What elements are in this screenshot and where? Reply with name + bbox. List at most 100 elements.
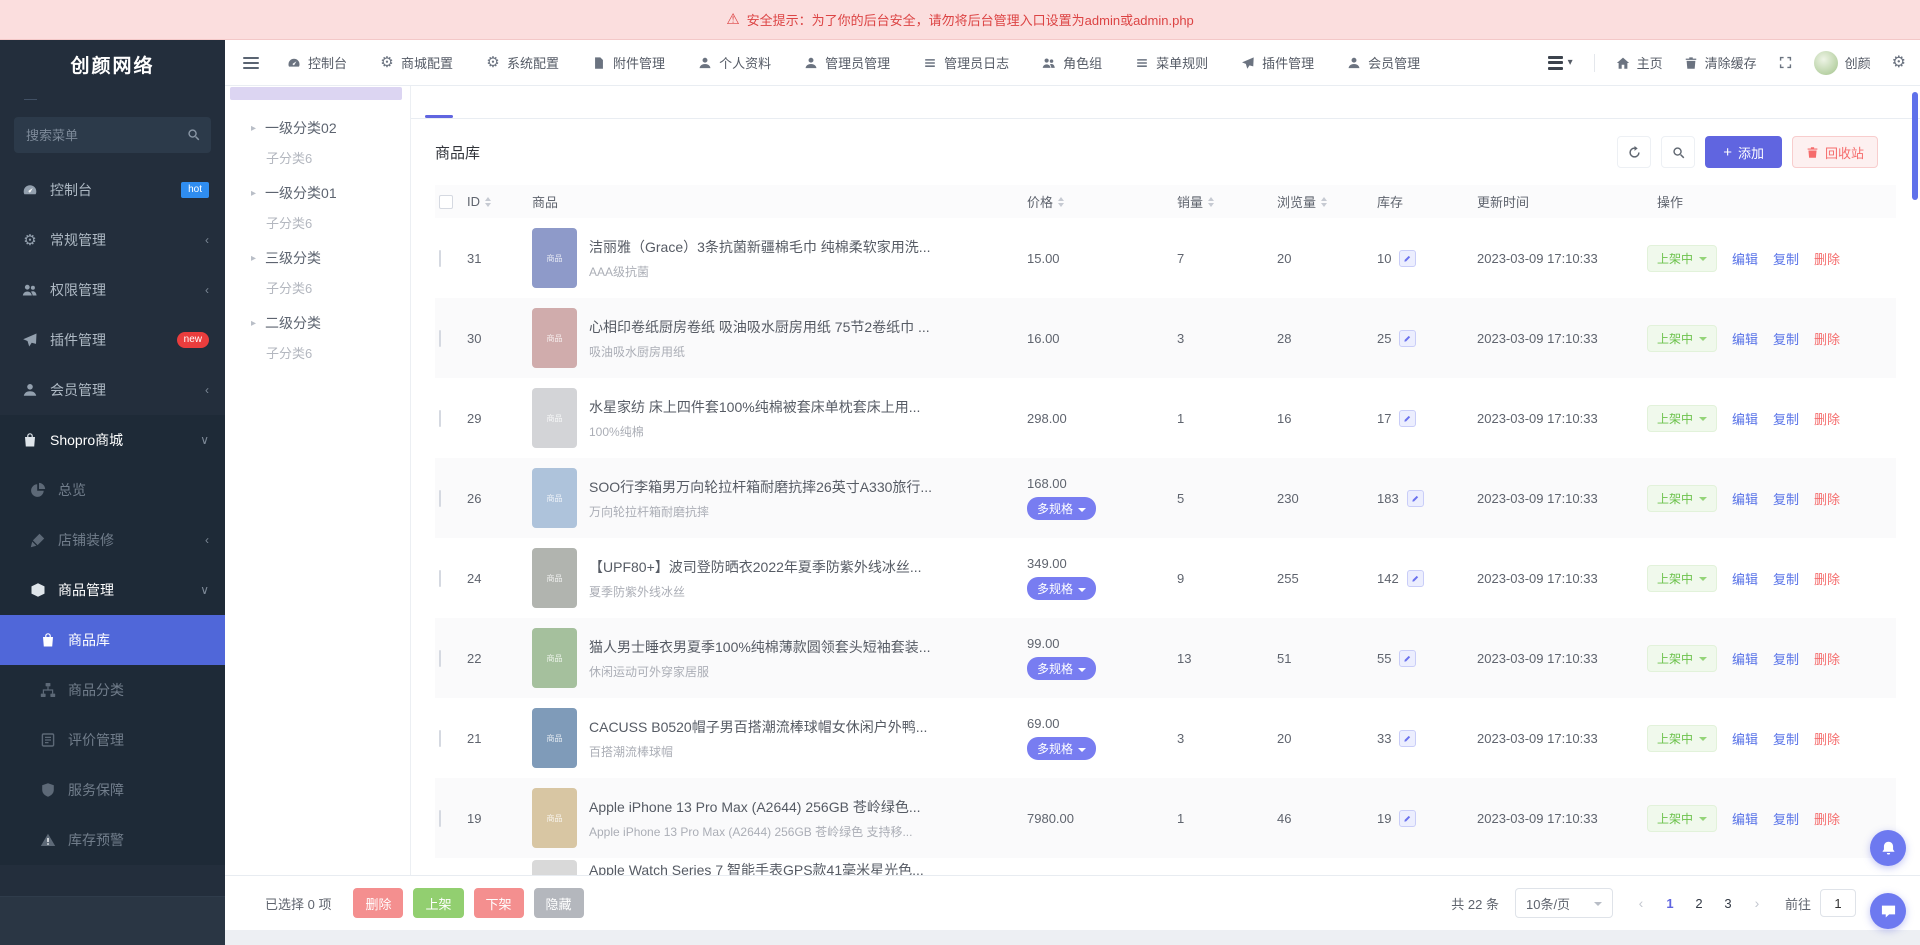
topnav-item-插件管理[interactable]: 插件管理 [1241,53,1314,72]
row-checkbox[interactable] [439,730,441,747]
status-badge[interactable]: 上架中 [1647,805,1717,832]
copy-link[interactable]: 复制 [1773,329,1799,348]
delete-link[interactable]: 删除 [1814,729,1840,748]
copy-link[interactable]: 复制 [1773,489,1799,508]
sidebar-item-插件管理[interactable]: 插件管理new [0,315,225,365]
category-item-二级分类[interactable]: ▸二级分类 [225,303,410,335]
sidebar-item-商品管理[interactable]: 商品管理∨ [0,565,225,615]
status-badge[interactable]: 上架中 [1647,405,1717,432]
topnav-item-个人资料[interactable]: 个人资料 [698,53,771,72]
chat-button[interactable] [1870,893,1906,929]
row-checkbox[interactable] [439,570,441,587]
notification-bell-button[interactable] [1870,830,1906,866]
product-thumbnail[interactable]: 商品 [532,628,577,688]
stock-edit-button[interactable] [1407,490,1424,507]
category-child-二级分类[interactable]: 子分类6 [225,335,410,368]
copy-link[interactable]: 复制 [1773,809,1799,828]
stock-edit-button[interactable] [1407,570,1424,587]
product-thumbnail[interactable]: 商品 [532,548,577,608]
product-title[interactable]: Apple Watch Series 7 智能手表GPS款41毫米星光色... [589,860,924,875]
gear-icon[interactable]: ⚙ [1892,55,1906,71]
edit-link[interactable]: 编辑 [1732,569,1758,588]
sort-icon[interactable] [1058,197,1064,207]
topnav-item-系统配置[interactable]: ⚙系统配置 [486,53,559,72]
category-item-一级分类01[interactable]: ▸一级分类01 [225,173,410,205]
sidebar-item-Shopro商城[interactable]: Shopro商城∨ [0,415,225,465]
recycle-bin-button[interactable]: 回收站 [1792,136,1878,168]
search-toggle-button[interactable] [1661,136,1695,168]
batch-隐藏-button[interactable]: 隐藏 [534,888,584,918]
category-selected-highlight[interactable] [230,87,402,100]
refresh-button[interactable] [1617,136,1651,168]
sidebar-item-权限管理[interactable]: 权限管理‹ [0,265,225,315]
topnav-item-控制台[interactable]: 控制台 [287,53,347,72]
status-badge[interactable]: 上架中 [1647,565,1717,592]
category-child-一级分类01[interactable]: 子分类6 [225,205,410,238]
copy-link[interactable]: 复制 [1773,649,1799,668]
sidebar-item-店铺装修[interactable]: 店铺装修‹ [0,515,225,565]
product-title[interactable]: CACUSS B0520帽子男百搭潮流棒球帽女休闲户外鸭... [589,717,927,737]
sidebar-item-服务保障[interactable]: 服务保障 [0,765,225,815]
active-tab-indicator[interactable] [425,115,453,118]
page-scrollbar-thumb[interactable] [1912,92,1918,200]
product-title[interactable]: 心相印卷纸厨房卷纸 吸油吸水厨房用纸 75节2卷纸巾 ... [589,317,930,337]
edit-link[interactable]: 编辑 [1732,329,1758,348]
sidebar-item-控制台[interactable]: 控制台hot [0,165,225,215]
home-link[interactable]: 主页 [1616,53,1663,72]
product-thumbnail[interactable]: 商品 [532,708,577,768]
prev-page-button[interactable]: ‹ [1629,890,1653,916]
stock-edit-button[interactable] [1399,810,1416,827]
product-title[interactable]: 洁丽雅（Grace）3条抗菌新疆棉毛巾 纯棉柔软家用洗... [589,237,930,257]
row-checkbox[interactable] [439,490,441,507]
multi-spec-pill[interactable]: 多规格 [1027,737,1096,760]
multi-spec-pill[interactable]: 多规格 [1027,657,1096,680]
delete-link[interactable]: 删除 [1814,809,1840,828]
multi-spec-pill[interactable]: 多规格 [1027,577,1096,600]
batch-下架-button[interactable]: 下架 [474,888,524,918]
status-badge[interactable]: 上架中 [1647,725,1717,752]
row-checkbox[interactable] [439,650,441,667]
row-checkbox[interactable] [439,410,441,427]
sidebar-search-input[interactable] [14,117,211,153]
product-thumbnail[interactable]: 商品 [532,228,577,288]
status-badge[interactable]: 上架中 [1647,325,1717,352]
product-thumbnail[interactable]: 商品 [532,308,577,368]
product-title[interactable]: 水星家纺 床上四件套100%纯棉被套床单枕套床上用... [589,397,920,417]
page-number-1[interactable]: 1 [1658,890,1682,916]
sidebar-item-库存预警[interactable]: 库存预警 [0,815,225,865]
batch-删除-button[interactable]: 删除 [353,888,403,918]
copy-link[interactable]: 复制 [1773,409,1799,428]
add-button[interactable]: + 添加 [1705,136,1782,168]
next-page-button[interactable]: › [1745,890,1769,916]
sort-icon[interactable] [1208,197,1214,207]
stock-edit-button[interactable] [1399,650,1416,667]
copy-link[interactable]: 复制 [1773,569,1799,588]
edit-link[interactable]: 编辑 [1732,729,1758,748]
sort-icon[interactable] [485,197,491,207]
fullscreen-icon[interactable] [1778,55,1793,70]
stock-edit-button[interactable] [1399,250,1416,267]
stock-edit-button[interactable] [1399,410,1416,427]
stock-edit-button[interactable] [1399,730,1416,747]
topnav-item-管理员日志[interactable]: 管理员日志 [923,53,1009,72]
topnav-more-dropdown[interactable]: ▾ [1548,56,1573,70]
edit-link[interactable]: 编辑 [1732,409,1758,428]
row-checkbox[interactable] [439,810,441,827]
product-thumbnail[interactable]: 商品 [532,388,577,448]
edit-link[interactable]: 编辑 [1732,809,1758,828]
status-badge[interactable]: 上架中 [1647,645,1717,672]
status-badge[interactable]: 上架中 [1647,245,1717,272]
goto-page-input[interactable] [1820,889,1856,917]
page-number-2[interactable]: 2 [1687,890,1711,916]
delete-link[interactable]: 删除 [1814,649,1840,668]
sidebar-item-商品库[interactable]: 商品库 [0,615,225,665]
product-thumbnail[interactable]: 商品 [532,788,577,848]
product-title[interactable]: 猫人男士睡衣男夏季100%纯棉薄款圆领套头短袖套装... [589,637,930,657]
product-title[interactable]: SOO行李箱男万向轮拉杆箱耐磨抗摔26英寸A330旅行... [589,477,932,497]
sidebar-item-总览[interactable]: 总览 [0,465,225,515]
delete-link[interactable]: 删除 [1814,249,1840,268]
user-menu[interactable]: 创颜 [1814,51,1871,75]
sidebar-item-评价管理[interactable]: 评价管理 [0,715,225,765]
page-size-select[interactable]: 10条/页 [1515,888,1613,918]
select-all-checkbox[interactable] [439,195,453,209]
